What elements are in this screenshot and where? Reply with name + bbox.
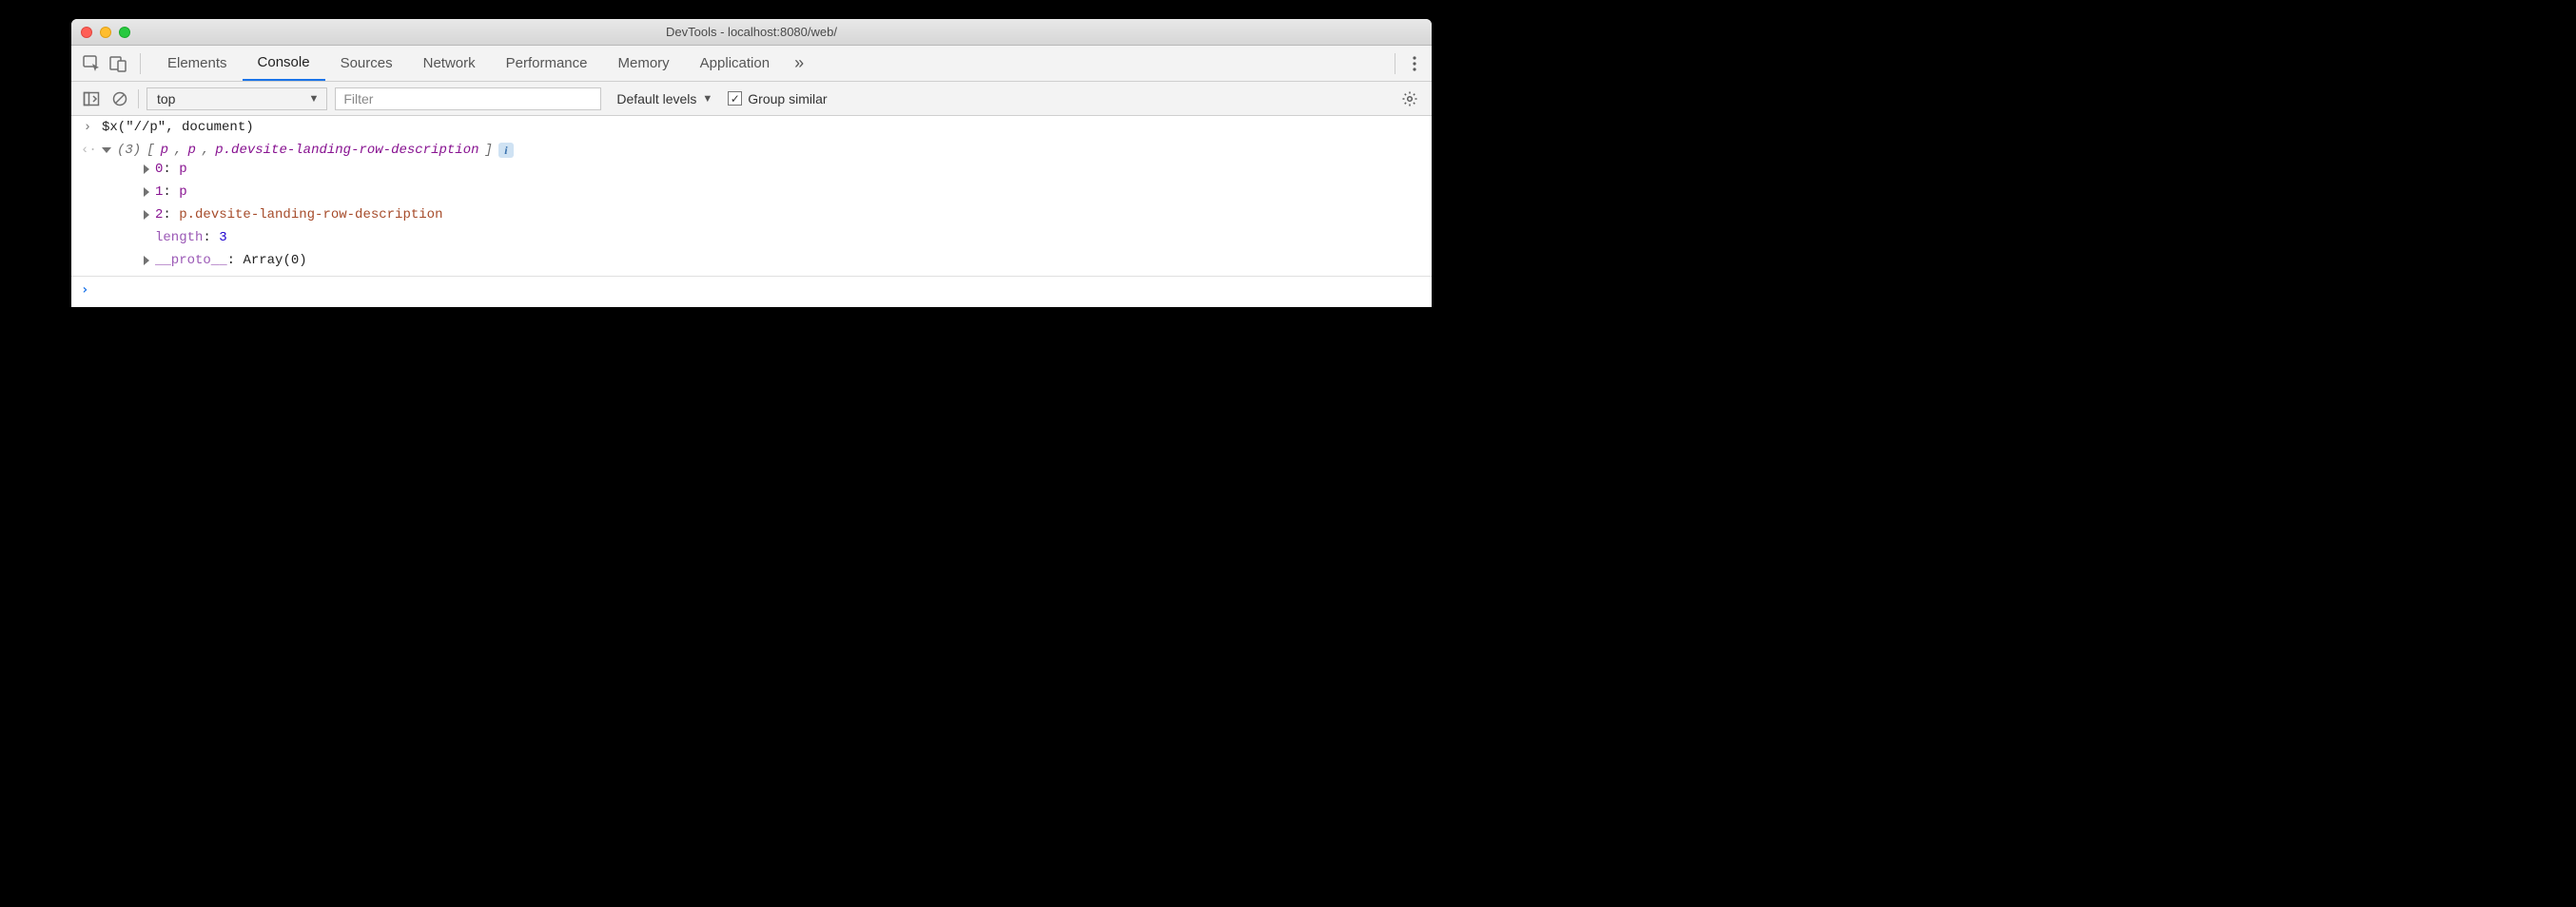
entry-value: p (179, 184, 186, 200)
preview-item: p (187, 143, 195, 158)
group-similar-label: Group similar (748, 91, 827, 106)
console-output: › $x("//p", document) ‹· (3) [p, p, p.de… (71, 116, 1432, 277)
disclosure-closed-icon[interactable] (144, 164, 149, 174)
array-entry-0[interactable]: 0: p (144, 158, 1422, 181)
tab-sources[interactable]: Sources (325, 46, 408, 81)
preview-item: p (161, 143, 168, 158)
bracket-close: ] (485, 143, 493, 158)
group-similar-toggle[interactable]: ✓ Group similar (728, 91, 827, 106)
filter-input[interactable] (335, 87, 601, 110)
log-levels-select[interactable]: Default levels ▼ (609, 91, 720, 106)
window-controls (71, 27, 130, 38)
result-summary[interactable]: (3) [p, p, p.devsite-landing-row-descrip… (102, 143, 1422, 158)
output-caret-icon: ‹· (81, 143, 94, 158)
tab-memory[interactable]: Memory (603, 46, 685, 81)
entry-value: p.devsite-landing-row-description (179, 207, 442, 222)
more-tabs-button[interactable]: » (785, 53, 813, 73)
console-result-row: ‹· (3) [p, p, p.devsite-landing-row-desc… (71, 139, 1432, 276)
tab-network[interactable]: Network (408, 46, 491, 81)
result-tree: 0: p 1: p 2: p.devsite-landing-row-descr… (102, 158, 1422, 272)
tab-elements[interactable]: Elements (152, 46, 243, 81)
proto-value: Array(0) (243, 253, 306, 268)
window-title: DevTools - localhost:8080/web/ (71, 25, 1432, 39)
array-entry-2[interactable]: 2: p.devsite-landing-row-description (144, 203, 1422, 226)
array-entry-1[interactable]: 1: p (144, 181, 1422, 203)
length-label: length (155, 230, 203, 245)
minimize-window-button[interactable] (100, 27, 111, 38)
log-levels-label: Default levels (616, 91, 696, 106)
console-prompt-row[interactable]: › (71, 277, 1432, 307)
separator (140, 53, 141, 74)
disclosure-closed-icon[interactable] (144, 256, 149, 265)
tab-performance[interactable]: Performance (491, 46, 603, 81)
chevron-down-icon: ▼ (702, 93, 712, 105)
clear-console-icon[interactable] (109, 88, 130, 109)
proto-label: __proto__ (155, 253, 227, 268)
context-select-value: top (157, 91, 175, 106)
disclosure-open-icon[interactable] (102, 147, 111, 153)
inspect-element-icon[interactable] (81, 53, 102, 74)
tab-application[interactable]: Application (685, 46, 785, 81)
close-window-button[interactable] (81, 27, 92, 38)
titlebar: DevTools - localhost:8080/web/ (71, 19, 1432, 46)
devtools-window: DevTools - localhost:8080/web/ Elements … (71, 19, 1432, 307)
device-toolbar-icon[interactable] (107, 53, 128, 74)
array-length: length: 3 (144, 226, 1422, 249)
array-count: (3) (117, 143, 141, 158)
checkbox-checked-icon: ✓ (728, 91, 742, 106)
separator (138, 89, 139, 108)
show-console-sidebar-icon[interactable] (81, 88, 102, 109)
info-icon[interactable]: i (498, 143, 514, 158)
context-select[interactable]: top ▼ (146, 87, 327, 110)
chevron-down-icon: ▼ (308, 93, 319, 105)
menu-kebab-icon[interactable] (1407, 55, 1422, 72)
preview-item: p.devsite-landing-row-description (215, 143, 478, 158)
tab-console[interactable]: Console (243, 46, 325, 81)
console-input-text[interactable]: $x("//p", document) (102, 120, 254, 135)
prompt-caret-icon: › (81, 282, 88, 298)
console-input-row: › $x("//p", document) (71, 116, 1432, 139)
console-settings-gear-icon[interactable] (1397, 90, 1422, 107)
array-proto[interactable]: __proto__: Array(0) (144, 249, 1422, 272)
main-tabbar: Elements Console Sources Network Perform… (71, 46, 1432, 82)
disclosure-closed-icon[interactable] (144, 210, 149, 220)
entry-value: p (179, 162, 186, 177)
length-value: 3 (219, 230, 226, 245)
zoom-window-button[interactable] (119, 27, 130, 38)
bracket-open: [ (146, 143, 154, 158)
disclosure-closed-icon[interactable] (144, 187, 149, 197)
input-caret-icon: › (81, 120, 94, 135)
console-toolbar: top ▼ Default levels ▼ ✓ Group similar (71, 82, 1432, 116)
